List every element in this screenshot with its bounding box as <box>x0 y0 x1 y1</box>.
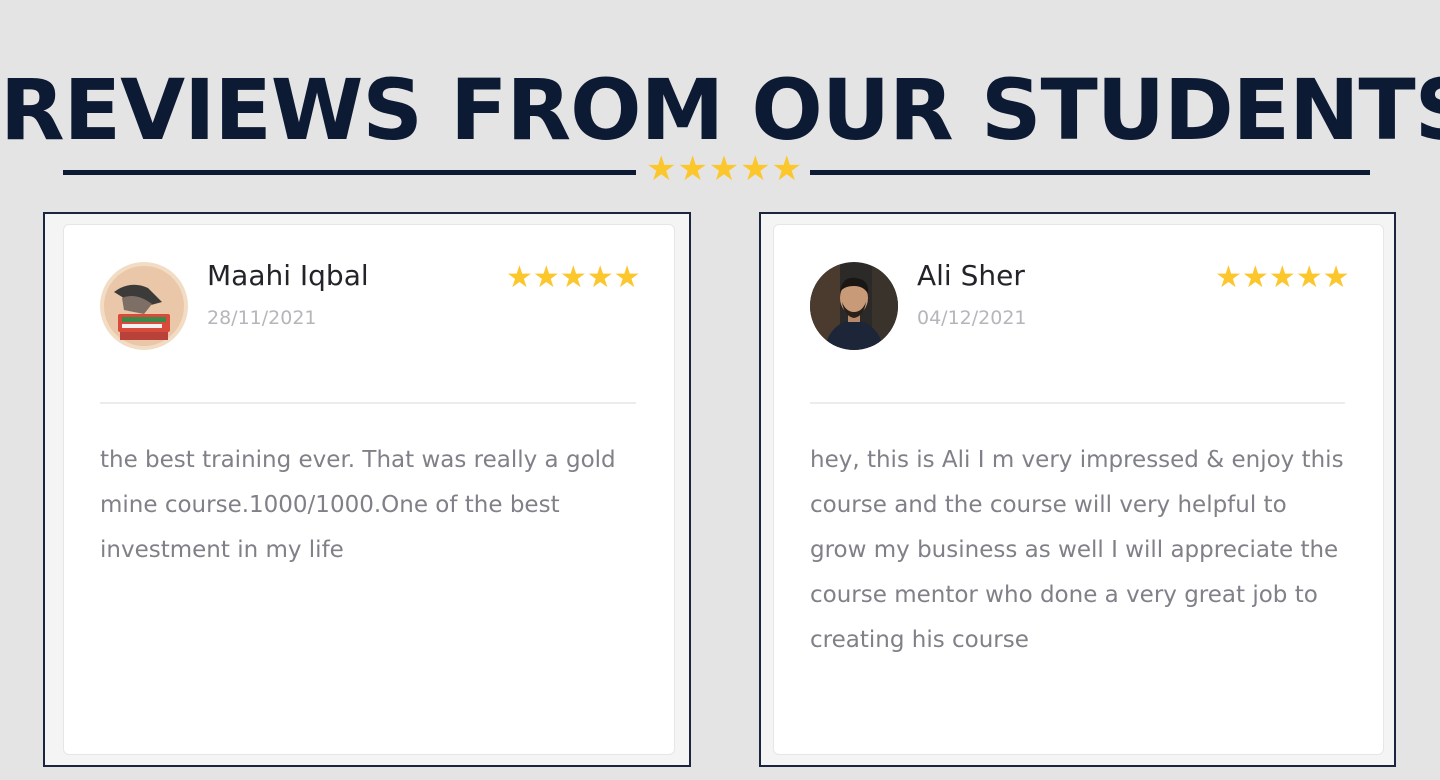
review-card-frame: Ali Sher 04/12/2021 ★ ★ ★ ★ ★ hey, this … <box>759 212 1396 767</box>
review-date: 04/12/2021 <box>917 307 1027 329</box>
star-icon: ★ <box>740 149 771 189</box>
card-divider <box>810 402 1345 404</box>
star-icon: ★ <box>1268 260 1296 295</box>
review-text: the best training ever. That was really … <box>100 447 616 563</box>
star-icon: ★ <box>771 149 802 189</box>
star-icon: ★ <box>532 260 560 295</box>
review-card-frame: Maahi Iqbal 28/11/2021 ★ ★ ★ ★ ★ the bes… <box>43 212 691 767</box>
review-rating-stars: ★ ★ ★ ★ ★ <box>1215 260 1350 295</box>
star-icon: ★ <box>613 260 641 295</box>
avatar-photo-icon <box>810 262 898 350</box>
reviewer-avatar <box>100 262 188 350</box>
review-card: Maahi Iqbal 28/11/2021 ★ ★ ★ ★ ★ the bes… <box>63 224 675 755</box>
star-icon: ★ <box>1215 260 1242 295</box>
review-date: 28/11/2021 <box>207 307 317 329</box>
star-icon: ★ <box>559 260 587 295</box>
card-divider <box>100 402 636 404</box>
page-title: REVIEWS FROM OUR STUDENTS <box>0 61 1440 159</box>
star-icon: ★ <box>1295 260 1323 295</box>
star-icon: ★ <box>506 260 533 295</box>
review-text: hey, this is Ali I m very impressed & en… <box>810 447 1344 653</box>
reviewer-avatar <box>810 262 898 350</box>
reviewer-name: Maahi Iqbal <box>207 259 369 292</box>
title-divider-right <box>810 170 1370 175</box>
title-divider-left <box>63 170 636 175</box>
star-icon: ★ <box>586 260 614 295</box>
header-rating-stars: ★ ★ ★ ★ ★ <box>646 152 802 186</box>
review-card: Ali Sher 04/12/2021 ★ ★ ★ ★ ★ hey, this … <box>773 224 1384 755</box>
star-icon: ★ <box>646 149 677 189</box>
reviewer-name: Ali Sher <box>917 259 1025 292</box>
star-icon: ★ <box>1241 260 1269 295</box>
star-icon: ★ <box>1322 260 1350 295</box>
review-rating-stars: ★ ★ ★ ★ ★ <box>506 260 641 295</box>
star-icon: ★ <box>708 149 740 189</box>
avatar-photo-icon <box>100 262 188 350</box>
star-icon: ★ <box>677 149 708 189</box>
